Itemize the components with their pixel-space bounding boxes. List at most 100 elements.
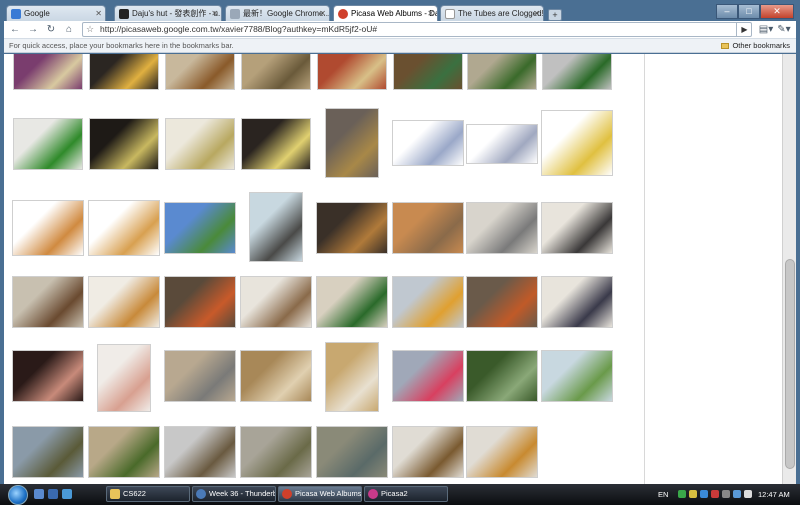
taskbar-item-picasa-web[interactable]: Picasa Web Albums ... xyxy=(278,486,362,502)
start-button[interactable] xyxy=(8,485,28,505)
photo-thumbnail[interactable] xyxy=(164,426,236,478)
photo-thumbnail[interactable] xyxy=(316,202,388,254)
close-tab-icon[interactable]: ✕ xyxy=(427,6,434,21)
photo-thumbnail[interactable] xyxy=(12,426,84,478)
scrollbar-thumb[interactable] xyxy=(785,259,795,469)
antivirus-icon[interactable] xyxy=(711,490,719,498)
clock[interactable]: 12:47 AM xyxy=(758,484,790,505)
photo-thumbnail[interactable] xyxy=(541,350,613,402)
show-desktop-icon[interactable] xyxy=(34,489,44,499)
photo-thumbnail[interactable] xyxy=(241,54,311,90)
photo-thumbnail[interactable] xyxy=(240,276,312,328)
volume-icon[interactable] xyxy=(744,490,752,498)
address-bar[interactable]: ☆ http://picasaweb.google.com.tw/xavier7… xyxy=(82,22,752,37)
photo-thumbnail[interactable] xyxy=(393,54,463,90)
photo-thumbnail[interactable] xyxy=(325,108,379,178)
photo-thumbnail[interactable] xyxy=(13,118,83,170)
photo-thumbnail[interactable] xyxy=(88,200,160,256)
photo-thumbnail[interactable] xyxy=(164,350,236,402)
photo-thumbnail[interactable] xyxy=(466,350,538,402)
home-button[interactable]: ⌂ xyxy=(62,23,76,37)
security-icon[interactable] xyxy=(689,490,697,498)
connection-icon[interactable] xyxy=(733,490,741,498)
bookmark-star-icon[interactable]: ☆ xyxy=(86,23,94,36)
photo-thumbnail[interactable] xyxy=(88,276,160,328)
photo-thumbnail[interactable] xyxy=(164,202,236,254)
tab-label: The Tubes are Clogged! xyxy=(458,9,544,18)
photo-thumbnail[interactable] xyxy=(89,54,159,90)
update-icon[interactable] xyxy=(700,490,708,498)
close-tab-icon[interactable]: ✕ xyxy=(211,6,218,21)
photo-thumbnail[interactable] xyxy=(541,276,613,328)
page-menu-button[interactable]: ▤▾ xyxy=(758,23,774,37)
back-button[interactable]: ← xyxy=(8,23,22,37)
photo-thumbnail[interactable] xyxy=(240,350,312,402)
photo-thumbnail[interactable] xyxy=(392,276,464,328)
taskbar-item-picasa2[interactable]: Picasa2 xyxy=(364,486,448,502)
photo-thumbnail[interactable] xyxy=(12,200,84,256)
photo-thumbnail[interactable] xyxy=(249,192,303,262)
photo-thumbnail[interactable] xyxy=(466,124,538,164)
photo-thumbnail[interactable] xyxy=(466,202,538,254)
chrome-icon xyxy=(282,489,292,499)
other-bookmarks-button[interactable]: Other bookmarks xyxy=(721,39,790,53)
forward-button[interactable]: → xyxy=(26,23,40,37)
tab-dajus-hut[interactable]: Daju's hut - 發表創作 - u... ✕ xyxy=(114,5,222,22)
taskbar-item-thunderbird[interactable]: Week 36 - Thunderb... xyxy=(192,486,276,502)
ie-icon[interactable] xyxy=(48,489,58,499)
photo-thumbnail[interactable] xyxy=(89,118,159,170)
tab-label: 最新！Google Chrome... xyxy=(243,9,330,18)
tools-menu-button[interactable]: ✎▾ xyxy=(776,23,792,37)
photo-thumbnail[interactable] xyxy=(316,276,388,328)
navigation-toolbar: ← → ↻ ⌂ ☆ http://picasaweb.google.com.tw… xyxy=(4,21,796,39)
photo-thumbnail[interactable] xyxy=(392,202,464,254)
minimize-button[interactable]: – xyxy=(716,4,738,19)
photo-thumbnail[interactable] xyxy=(541,110,613,176)
photo-thumbnail[interactable] xyxy=(317,54,387,90)
device-icon[interactable] xyxy=(722,490,730,498)
go-button[interactable]: ▶ xyxy=(736,22,752,37)
maximize-button[interactable]: □ xyxy=(738,4,760,19)
vertical-scrollbar[interactable] xyxy=(782,54,796,484)
photo-thumbnail[interactable] xyxy=(165,54,235,90)
photo-thumbnail[interactable] xyxy=(542,54,612,90)
tab-tubes-clogged[interactable]: The Tubes are Clogged! ✕ xyxy=(440,5,544,22)
new-tab-button[interactable]: + xyxy=(548,9,562,21)
google-favicon-icon xyxy=(11,9,21,19)
photo-thumbnail[interactable] xyxy=(164,276,236,328)
photo-thumbnail[interactable] xyxy=(325,342,379,412)
photo-thumbnail[interactable] xyxy=(392,426,464,478)
close-tab-icon[interactable]: ✕ xyxy=(95,6,102,21)
taskbar-item-cs622[interactable]: CS622 xyxy=(106,486,190,502)
photo-thumbnail[interactable] xyxy=(466,426,538,478)
close-window-button[interactable]: ✕ xyxy=(760,4,794,19)
network-icon[interactable] xyxy=(678,490,686,498)
language-indicator[interactable]: EN xyxy=(658,484,668,505)
photo-thumbnail[interactable] xyxy=(13,54,83,90)
close-tab-icon[interactable]: ✕ xyxy=(533,6,540,21)
photo-thumbnail[interactable] xyxy=(12,276,84,328)
photo-thumbnail[interactable] xyxy=(97,344,151,412)
tab-strip: Google ✕ Daju's hut - 發表創作 - u... ✕ 最新！G… xyxy=(4,3,796,23)
tab-google-chrome[interactable]: 最新！Google Chrome... ✕ xyxy=(225,5,330,22)
photo-thumbnail[interactable] xyxy=(165,118,235,170)
photo-thumbnail[interactable] xyxy=(467,54,537,90)
photo-thumbnail[interactable] xyxy=(12,350,84,402)
tab-label: Daju's hut - 發表創作 - u... xyxy=(132,9,222,18)
photo-thumbnail[interactable] xyxy=(466,276,538,328)
photo-thumbnail[interactable] xyxy=(316,426,388,478)
close-tab-icon[interactable]: ✕ xyxy=(319,6,326,21)
tab-google[interactable]: Google ✕ xyxy=(6,5,106,22)
switch-windows-icon[interactable] xyxy=(62,489,72,499)
photo-thumbnail[interactable] xyxy=(541,202,613,254)
photo-thumbnail[interactable] xyxy=(241,118,311,170)
tab-label: Picasa Web Albums - Daj... xyxy=(351,9,437,18)
photo-thumbnail[interactable] xyxy=(240,426,312,478)
reload-button[interactable]: ↻ xyxy=(44,23,58,37)
photo-thumbnail[interactable] xyxy=(392,350,464,402)
page-favicon-icon xyxy=(445,9,455,19)
picasa-icon xyxy=(368,489,378,499)
window-controls: – □ ✕ xyxy=(716,4,794,20)
photo-thumbnail[interactable] xyxy=(392,120,464,166)
photo-thumbnail[interactable] xyxy=(88,426,160,478)
